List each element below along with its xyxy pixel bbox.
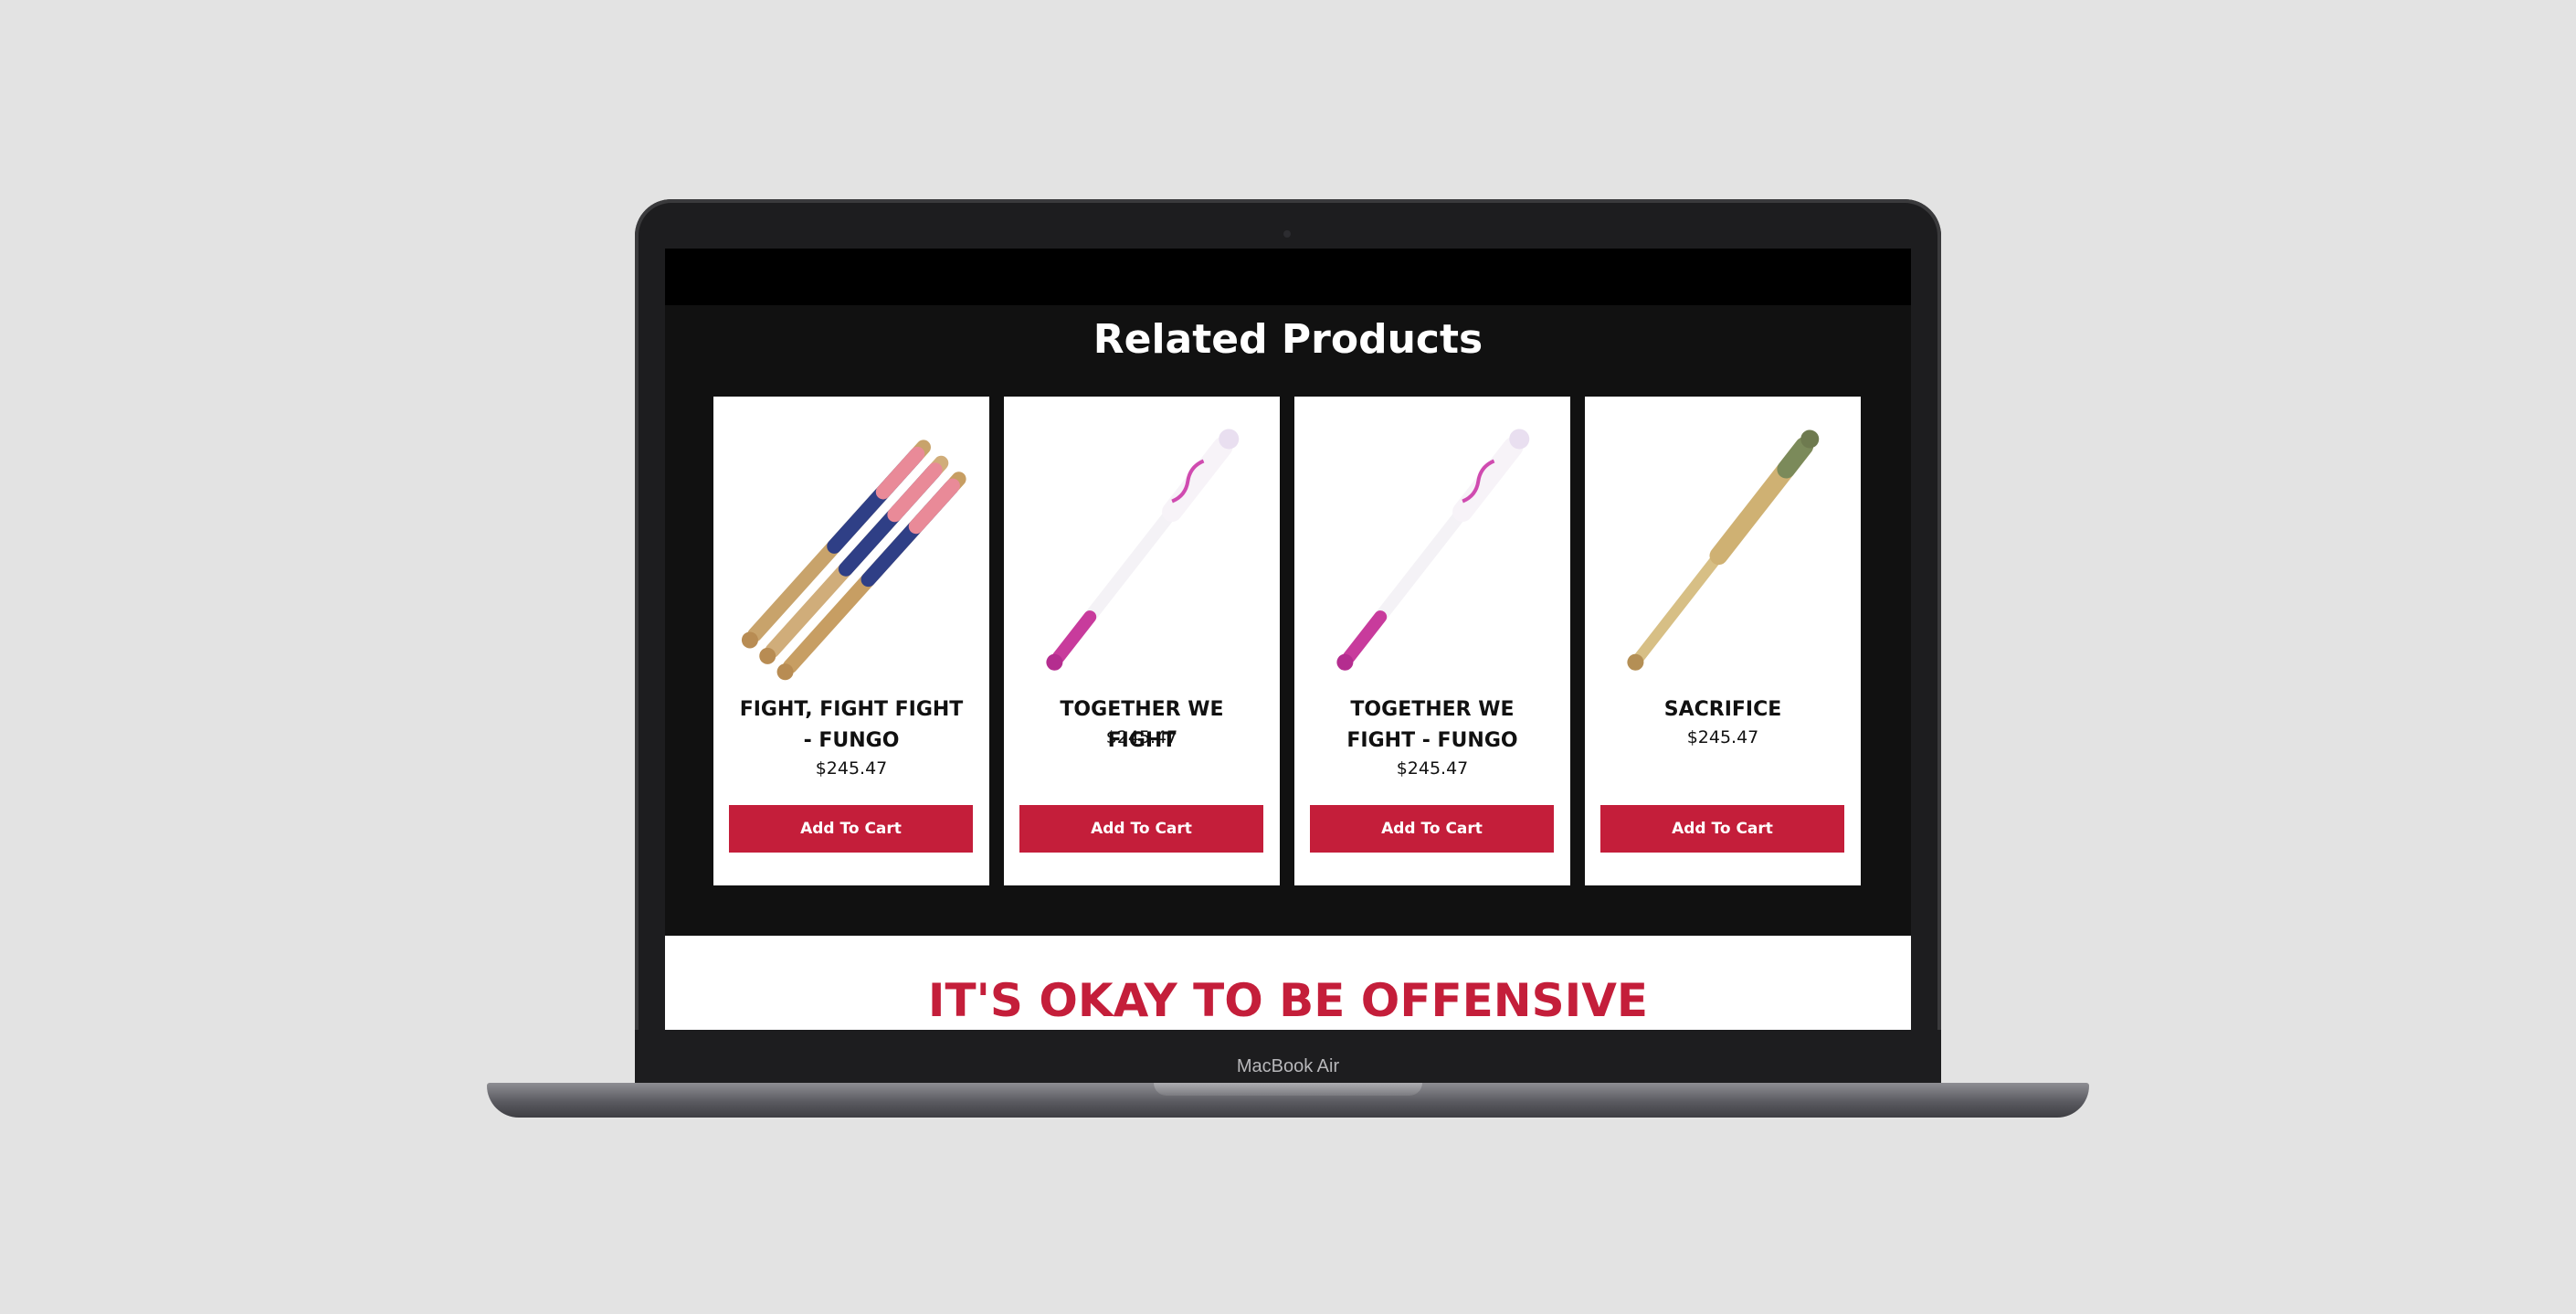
bat-trio-red-white-blue-image[interactable]	[727, 415, 976, 689]
offensive-banner: IT'S OKAY TO BE OFFENSIVE	[665, 936, 1911, 1030]
bat-natural-wood-image[interactable]	[1599, 415, 1847, 689]
site-header-bar	[665, 249, 1911, 305]
product-price: $245.47	[1396, 758, 1469, 779]
product-card[interactable]: SACRIFICE $245.47 Add To Cart	[1585, 397, 1861, 885]
laptop-hinge-notch	[1154, 1083, 1422, 1096]
product-price: $245.47	[1686, 727, 1759, 747]
product-name[interactable]: SACRIFICE	[1608, 694, 1838, 726]
add-to-cart-button[interactable]: Add To Cart	[729, 805, 973, 853]
product-card[interactable]: TOGETHER WE FIGHT $245.47 Add To Cart	[1004, 397, 1280, 885]
macbook-model-label: MacBook Air	[1236, 1056, 1340, 1076]
add-to-cart-button[interactable]: Add To Cart	[1600, 805, 1844, 853]
product-card[interactable]: FIGHT, FIGHT FIGHT - FUNGO $245.47 Add T…	[713, 397, 989, 885]
add-to-cart-button[interactable]: Add To Cart	[1019, 805, 1263, 853]
laptop-screen: Related Products FIGHT, FIGHT FIGHT - FU…	[665, 249, 1911, 1030]
product-name[interactable]: TOGETHER WE FIGHT - FUNGO	[1317, 694, 1547, 757]
product-price: $245.47	[1105, 727, 1178, 747]
product-price: $245.47	[815, 758, 888, 779]
bat-pink-white-image[interactable]	[1018, 415, 1266, 689]
add-to-cart-button[interactable]: Add To Cart	[1310, 805, 1554, 853]
offensive-heading: IT'S OKAY TO BE OFFENSIVE	[927, 974, 1649, 1027]
related-products-title: Related Products	[1093, 315, 1483, 363]
webcam-icon	[1283, 230, 1291, 238]
related-products-grid: FIGHT, FIGHT FIGHT - FUNGO $245.47 Add T…	[713, 397, 1861, 885]
product-card[interactable]: TOGETHER WE FIGHT - FUNGO $245.47 Add To…	[1294, 397, 1570, 885]
product-name[interactable]: FIGHT, FIGHT FIGHT - FUNGO	[736, 694, 966, 757]
bat-pink-white-image[interactable]	[1308, 415, 1557, 689]
